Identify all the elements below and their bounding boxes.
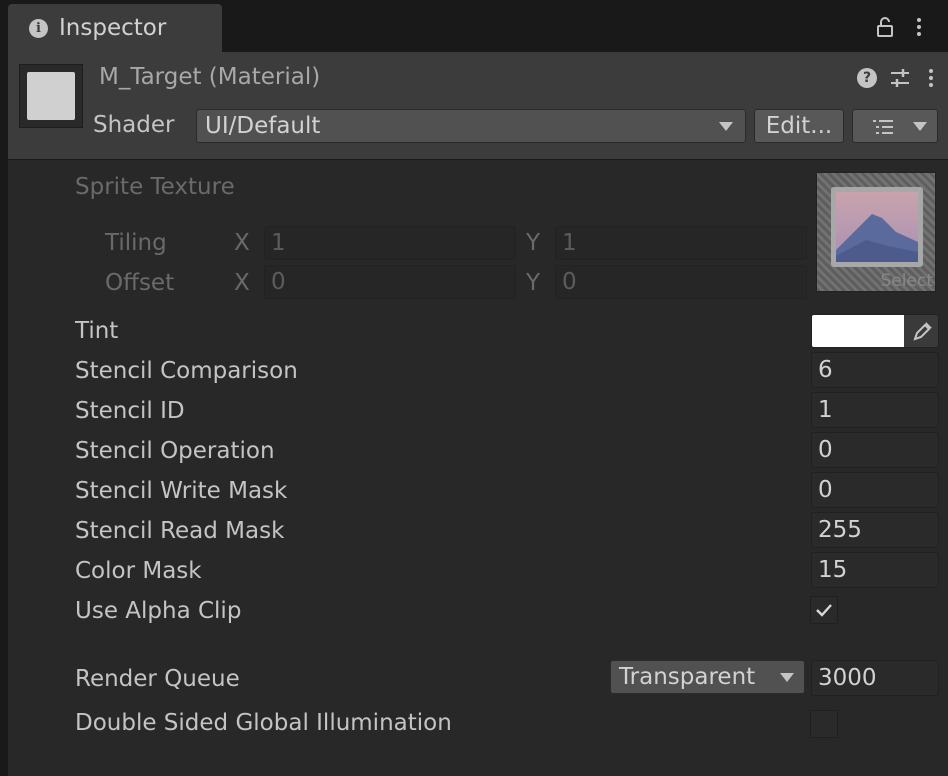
tab-menu-icon[interactable]	[914, 16, 924, 38]
lock-icon[interactable]	[876, 16, 894, 38]
tab-bar: i Inspector	[0, 0, 948, 52]
texture-select-label[interactable]: Select	[881, 271, 933, 291]
stencil-write-mask-field[interactable]: 0	[811, 472, 939, 508]
render-queue-field[interactable]: 3000	[811, 660, 939, 696]
tiling-y-label: Y	[526, 230, 541, 256]
material-preview	[19, 64, 83, 128]
double-sided-gi-label: Double Sided Global Illumination	[75, 710, 452, 736]
tiling-x-field[interactable]: 1	[264, 226, 516, 260]
inspector-panel: M_Target (Material) ? Shader UI/Default …	[8, 52, 948, 776]
tint-color-field[interactable]	[811, 314, 939, 348]
offset-x-label: X	[234, 270, 250, 296]
stencil-operation-label: Stencil Operation	[75, 438, 275, 464]
color-mask-field[interactable]: 15	[811, 552, 939, 588]
stencil-write-mask-label: Stencil Write Mask	[75, 478, 288, 504]
stencil-operation-field[interactable]: 0	[811, 432, 939, 468]
sprite-texture-label: Sprite Texture	[75, 174, 235, 200]
tiling-x-label: X	[234, 230, 250, 256]
offset-label: Offset	[105, 270, 175, 296]
tab-title: Inspector	[59, 15, 167, 41]
help-icon[interactable]: ?	[857, 66, 879, 90]
chevron-down-icon	[780, 673, 794, 682]
component-menu-icon[interactable]	[926, 66, 936, 90]
material-name: M_Target (Material)	[99, 64, 321, 90]
stencil-id-field[interactable]: 1	[811, 392, 939, 428]
edit-shader-button[interactable]: Edit...	[754, 109, 844, 143]
material-header: M_Target (Material) ? Shader UI/Default …	[8, 52, 948, 160]
list-icon	[873, 119, 893, 135]
presets-icon[interactable]	[888, 66, 912, 90]
use-alpha-clip-checkbox[interactable]	[810, 596, 838, 624]
shader-dropdown[interactable]: UI/Default	[196, 109, 746, 143]
stencil-comparison-label: Stencil Comparison	[75, 358, 298, 384]
render-queue-dropdown[interactable]: Transparent	[610, 660, 805, 694]
chevron-down-icon	[913, 122, 927, 131]
sprite-texture-slot[interactable]: Select	[816, 172, 936, 292]
stencil-read-mask-field[interactable]: 255	[811, 512, 939, 548]
tint-swatch[interactable]	[812, 315, 904, 347]
offset-x-field[interactable]: 0	[264, 265, 516, 299]
stencil-read-mask-label: Stencil Read Mask	[75, 518, 285, 544]
tiling-label: Tiling	[105, 230, 167, 256]
double-sided-gi-checkbox[interactable]	[810, 710, 838, 738]
stencil-comparison-field[interactable]: 6	[811, 352, 939, 388]
offset-y-field[interactable]: 0	[555, 265, 807, 299]
texture-thumbnail	[831, 187, 923, 267]
tint-label: Tint	[75, 318, 119, 344]
render-queue-label: Render Queue	[75, 666, 240, 692]
checkmark-icon	[816, 604, 832, 617]
use-alpha-clip-label: Use Alpha Clip	[75, 598, 242, 624]
eyedropper-icon[interactable]	[911, 319, 935, 343]
shader-label: Shader	[93, 112, 175, 138]
shader-options-button[interactable]	[852, 109, 938, 143]
stencil-id-label: Stencil ID	[75, 398, 185, 424]
info-icon: i	[29, 18, 48, 38]
tab-inspector[interactable]: i Inspector	[8, 4, 222, 52]
tiling-y-field[interactable]: 1	[555, 226, 807, 260]
offset-y-label: Y	[526, 270, 541, 296]
chevron-down-icon	[719, 122, 733, 131]
color-mask-label: Color Mask	[75, 558, 202, 584]
